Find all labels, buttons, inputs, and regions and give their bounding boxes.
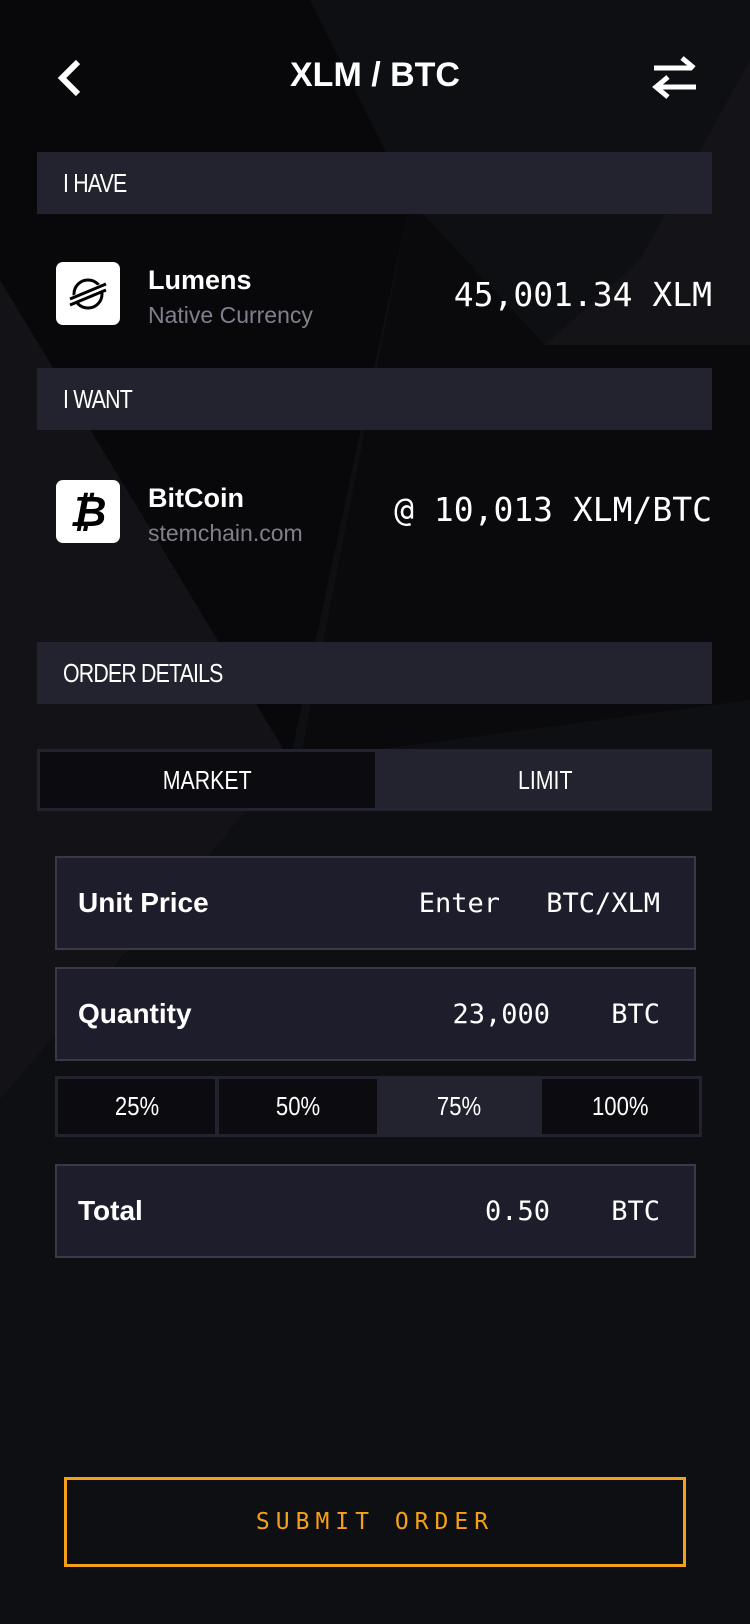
- quantity-unit: BTC: [611, 998, 660, 1030]
- percent-25-button[interactable]: 25%: [58, 1079, 216, 1134]
- want-currency-name: BitCoin: [148, 483, 244, 513]
- percent-75-button[interactable]: 75%: [380, 1079, 538, 1134]
- tab-market[interactable]: MARKET: [37, 749, 378, 811]
- section-label: I WANT: [63, 383, 133, 414]
- order-details-section-header: ORDER DETAILS: [37, 642, 712, 704]
- tab-limit[interactable]: LIMIT: [377, 749, 712, 811]
- percent-100-button[interactable]: 100%: [541, 1079, 699, 1134]
- order-type-tabs: MARKET LIMIT: [37, 749, 712, 811]
- have-currency-name: Lumens: [148, 265, 252, 295]
- swap-arrows-icon[interactable]: [650, 54, 700, 100]
- quantity-input[interactable]: 23,000: [452, 999, 550, 1030]
- want-currency-subtitle: stemchain.com: [148, 520, 303, 546]
- stellar-icon: [56, 262, 120, 325]
- page-title: XLM / BTC: [290, 56, 460, 94]
- bitcoin-icon: ₿: [56, 480, 120, 543]
- section-label: I HAVE: [63, 167, 127, 198]
- quantity-field[interactable]: Quantity 23,000 BTC: [55, 967, 696, 1061]
- unit-price-input[interactable]: Enter: [419, 888, 500, 919]
- have-amount: 45,001.34 XLM: [453, 275, 712, 314]
- want-rate: @ 10,013 XLM/BTC: [394, 490, 712, 529]
- unit-price-label: Unit Price: [78, 887, 209, 918]
- have-currency-subtitle: Native Currency: [148, 302, 313, 328]
- i-have-section-header: I HAVE: [37, 152, 712, 214]
- percent-50-button[interactable]: 50%: [219, 1079, 377, 1134]
- unit-price-unit: BTC/XLM: [546, 887, 660, 919]
- unit-price-field[interactable]: Unit Price Enter BTC/XLM: [55, 856, 696, 950]
- total-field: Total 0.50 BTC: [55, 1164, 696, 1258]
- total-value: 0.50: [484, 1195, 550, 1227]
- quantity-label: Quantity: [78, 998, 192, 1029]
- submit-order-button[interactable]: SUBMIT ORDER: [64, 1477, 686, 1567]
- i-want-section-header: I WANT: [37, 368, 712, 430]
- percentage-selector: 25% 50% 75% 100%: [55, 1076, 702, 1137]
- background-pattern: [0, 0, 750, 1624]
- section-label: ORDER DETAILS: [63, 657, 223, 688]
- total-label: Total: [78, 1195, 143, 1226]
- total-unit: BTC: [611, 1195, 660, 1227]
